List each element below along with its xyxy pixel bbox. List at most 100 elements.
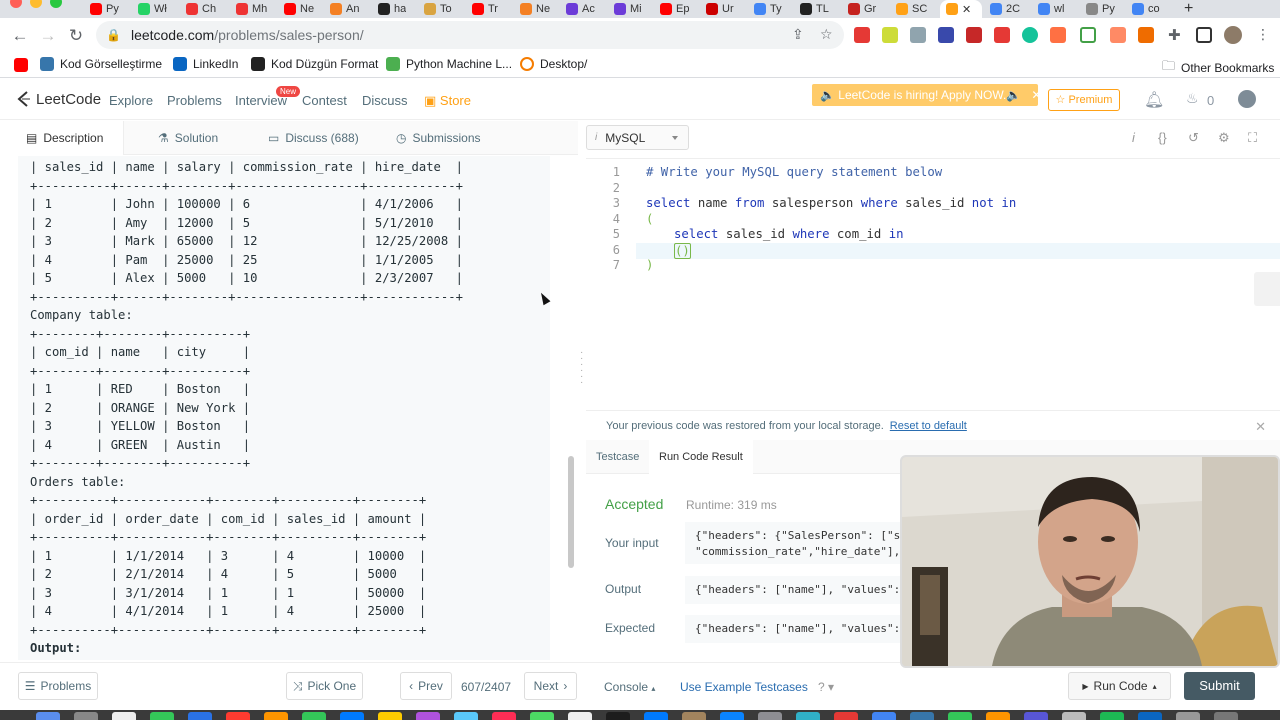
browser-tab[interactable]: Gr (848, 0, 876, 18)
language-select[interactable]: i MySQL (586, 125, 689, 150)
tab-description[interactable]: ▤ Description (0, 121, 124, 155)
extension-icon[interactable] (1110, 27, 1126, 43)
dock-app-icon[interactable] (378, 712, 402, 720)
braces-icon[interactable]: {} (1158, 130, 1167, 145)
nav-contest[interactable]: Contest (302, 93, 347, 108)
dock-app-icon[interactable] (986, 712, 1010, 720)
extension-icon[interactable] (966, 27, 982, 43)
new-tab-button[interactable]: + (1184, 0, 1193, 18)
dock-app-icon[interactable] (492, 712, 516, 720)
pick-one-button[interactable]: ⤨ Pick One (286, 672, 363, 700)
next-button[interactable]: Next › (524, 672, 577, 700)
dock-app-icon[interactable] (226, 712, 250, 720)
reset-default-link[interactable]: Reset to default (890, 420, 967, 432)
dock-app-icon[interactable] (530, 712, 554, 720)
nav-problems[interactable]: Problems (167, 93, 222, 108)
browser-tab[interactable]: To (424, 0, 452, 18)
dock-app-icon[interactable] (74, 712, 98, 720)
run-code-button[interactable]: ▶ Run Code ▴ (1068, 672, 1171, 700)
hiring-banner[interactable]: 🔈 LeetCode is hiring! Apply NOW.🔈 ✕ (812, 84, 1041, 106)
premium-button[interactable]: ☆ Premium (1048, 89, 1120, 111)
browser-tab[interactable]: Ne (520, 0, 550, 18)
browser-tab[interactable]: Ch (186, 0, 216, 18)
dock-app-icon[interactable] (454, 712, 478, 720)
profile-avatar[interactable] (1224, 26, 1242, 44)
tab-testcase[interactable]: Testcase (586, 440, 649, 474)
dock-app-icon[interactable] (644, 712, 668, 720)
browser-tab[interactable]: Ac (566, 0, 595, 18)
dock-app-icon[interactable] (188, 712, 212, 720)
dock-app-icon[interactable] (758, 712, 782, 720)
bell-icon[interactable]: 🔔︎ (1144, 90, 1164, 110)
dock-app-icon[interactable] (796, 712, 820, 720)
close-icon[interactable]: ✕ (1255, 419, 1266, 435)
extension-icon[interactable] (938, 27, 954, 43)
dock-app-icon[interactable] (112, 712, 136, 720)
browser-tab-active[interactable]: ✕ (940, 0, 982, 18)
sidebar-toggle-icon[interactable] (1196, 27, 1212, 43)
tab-submissions[interactable]: ◷ Submissions (396, 121, 481, 155)
reload-icon[interactable]: ↻ (66, 26, 86, 46)
browser-tab[interactable]: co (1132, 0, 1160, 18)
dock-app-icon[interactable] (834, 712, 858, 720)
dock-app-icon[interactable] (1062, 712, 1086, 720)
youtube-icon[interactable] (14, 58, 28, 72)
bookmark-item[interactable]: Desktop/ (520, 57, 587, 71)
browser-tab[interactable]: Ur (706, 0, 734, 18)
browser-tab[interactable]: Py (1086, 0, 1115, 18)
dock-app-icon[interactable] (948, 712, 972, 720)
dock-app-icon[interactable] (1176, 712, 1200, 720)
dock-app-icon[interactable] (606, 712, 630, 720)
tab-run-code-result[interactable]: Run Code Result (649, 440, 753, 474)
grammarly-icon[interactable] (1022, 27, 1038, 43)
extensions-puzzle-icon[interactable]: ✚ (1168, 26, 1181, 44)
dock-app-icon[interactable] (302, 712, 326, 720)
fire-icon[interactable]: ♨ (1186, 90, 1199, 107)
dock-app-icon[interactable] (1100, 712, 1124, 720)
menu-kebab-icon[interactable]: ⋮ (1256, 26, 1270, 43)
nav-discuss[interactable]: Discuss (362, 93, 408, 108)
adblock-icon[interactable] (854, 27, 870, 43)
bookmark-item[interactable]: LinkedIn (173, 57, 238, 71)
extension-icon[interactable] (882, 27, 898, 43)
description-scrollbar[interactable] (568, 456, 574, 568)
dock-app-icon[interactable] (1024, 712, 1048, 720)
bookmark-item[interactable]: Kod Düzgün Format (251, 57, 378, 71)
reset-icon[interactable]: ↺ (1188, 130, 1199, 146)
dock-app-icon[interactable] (682, 712, 706, 720)
dock-app-icon[interactable] (1138, 712, 1162, 720)
browser-tab[interactable]: Ep (660, 0, 689, 18)
tab-discuss[interactable]: ▭ Discuss (688) (268, 121, 359, 155)
info-icon[interactable]: i (1132, 130, 1135, 145)
bookmark-item[interactable]: Kod Görselleştirme (40, 57, 162, 71)
fullscreen-icon[interactable]: ⛶ (1248, 130, 1257, 146)
extension-icon[interactable] (1050, 27, 1066, 43)
console-toggle[interactable]: Console ▴ (604, 680, 655, 694)
help-icon[interactable]: ? ▾ (818, 680, 834, 694)
extension-icon[interactable] (994, 27, 1010, 43)
dock-app-icon[interactable] (264, 712, 288, 720)
maximize-window-icon[interactable] (50, 0, 62, 8)
back-icon[interactable]: ← (10, 26, 30, 46)
tab-close-icon[interactable]: ✕ (962, 3, 971, 16)
submit-button[interactable]: Submit (1184, 672, 1255, 700)
browser-tab[interactable]: Tr (472, 0, 498, 18)
forward-icon[interactable]: → (38, 26, 58, 46)
browser-tab[interactable]: 2C (990, 0, 1020, 18)
user-icon[interactable] (1238, 90, 1256, 108)
nav-explore[interactable]: Explore (109, 93, 153, 108)
settings-icon[interactable]: ⚙ (1218, 130, 1230, 146)
extension-icon[interactable] (1138, 27, 1154, 43)
dock-app-icon[interactable] (910, 712, 934, 720)
extension-icon[interactable] (910, 27, 926, 43)
browser-tab[interactable]: Ne (284, 0, 314, 18)
browser-tab[interactable]: SC (896, 0, 927, 18)
bookmark-item[interactable]: Python Machine L... (386, 57, 512, 71)
dock-app-icon[interactable] (416, 712, 440, 720)
panel-splitter[interactable]: · · · · · · (580, 348, 583, 388)
browser-tab[interactable]: Mh (236, 0, 267, 18)
dock-app-icon[interactable] (36, 712, 60, 720)
browser-tab[interactable]: Wł (138, 0, 167, 18)
dock-app-icon[interactable] (872, 712, 896, 720)
nav-store[interactable]: ▣ Store (424, 93, 471, 109)
